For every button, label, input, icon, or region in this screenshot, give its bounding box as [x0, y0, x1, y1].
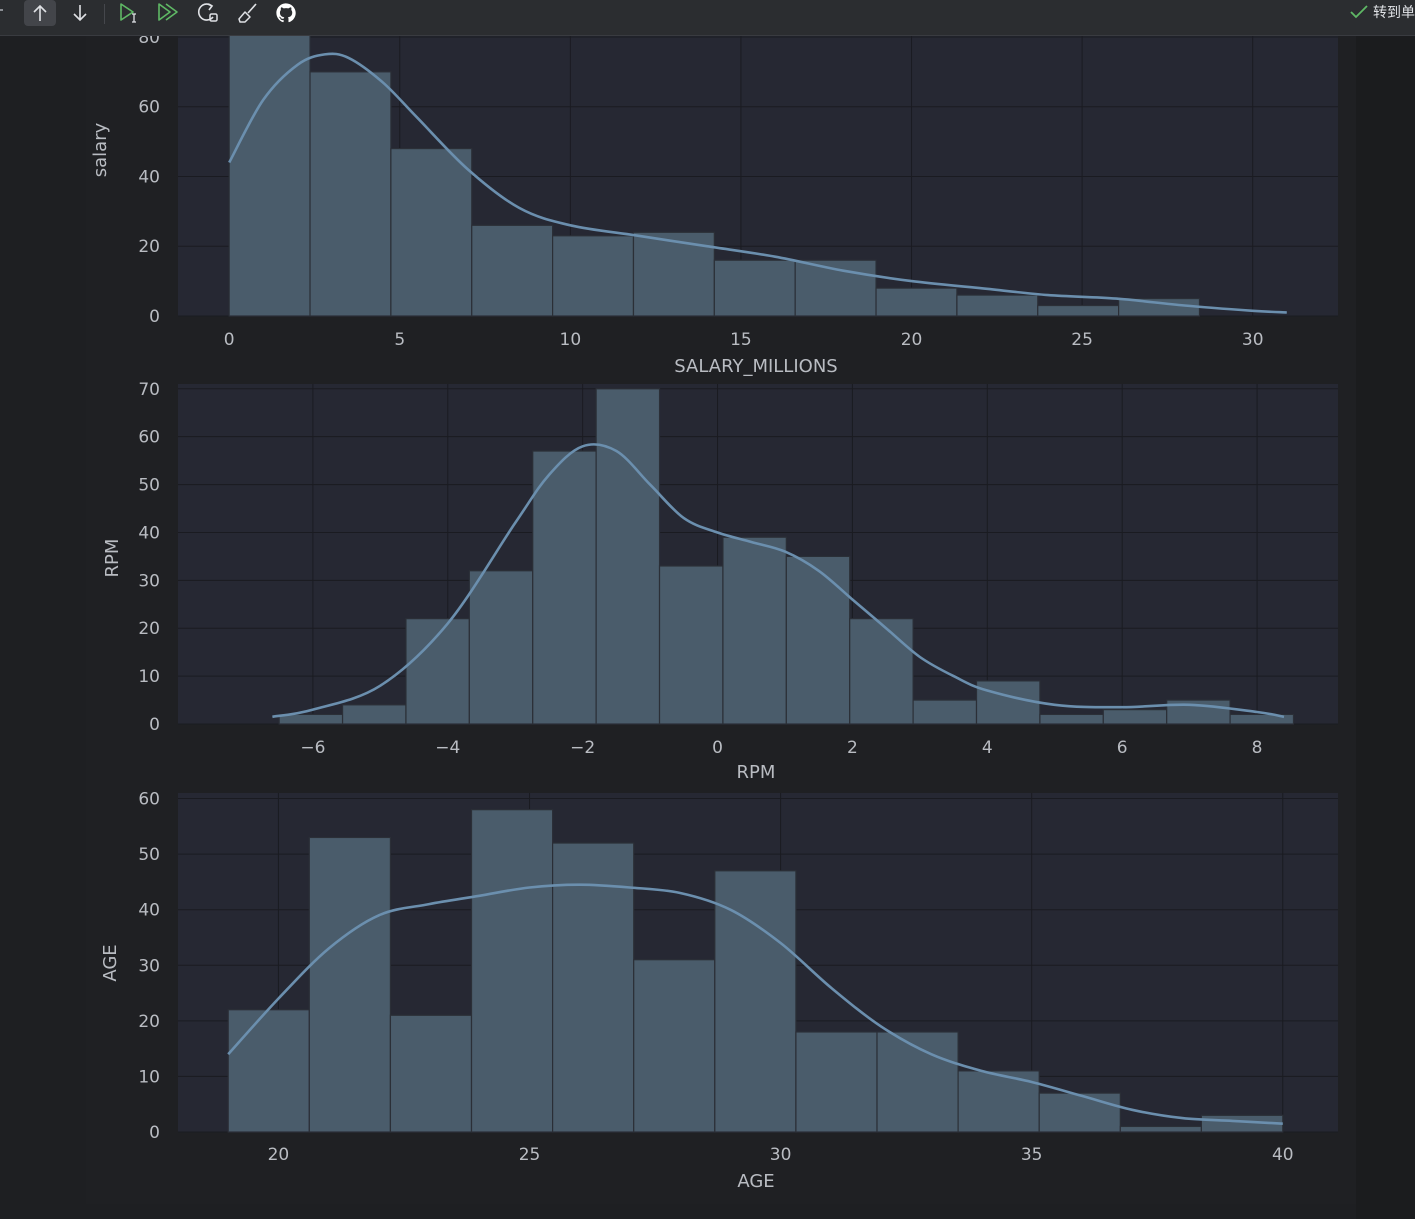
histogram-bar	[795, 1031, 878, 1133]
histogram-bar	[309, 71, 392, 317]
y-tick-label: 20	[138, 237, 160, 257]
x-axis-label: SALARY_MILLIONS	[674, 356, 837, 377]
histogram-bar	[227, 1009, 310, 1133]
y-tick-label: 40	[138, 523, 160, 543]
x-tick-label: −6	[300, 738, 325, 758]
y-tick-label: 50	[138, 476, 160, 496]
histogram-bar	[532, 450, 597, 725]
histogram-bar	[875, 287, 958, 317]
histogram-panel-3: 20 25 30 35 40 0 10 20 30 40 50 60 AGE AGE	[100, 790, 1338, 1192]
y-tick-label: 50	[138, 845, 160, 865]
x-tick-label: −2	[570, 738, 595, 758]
x-tick-label: 8	[1252, 738, 1263, 758]
x-tick-label: 40	[1272, 1145, 1294, 1165]
y-tick-label: 70	[138, 380, 160, 400]
y-tick-label: 80	[138, 28, 160, 48]
histogram-bar	[713, 259, 796, 317]
y-tick-label: 30	[138, 956, 160, 976]
histogram-bar	[849, 618, 914, 725]
histogram-bar	[975, 680, 1041, 725]
histogram-bar	[470, 809, 554, 1133]
x-tick-label: 4	[982, 738, 993, 758]
histogram-bar	[1037, 304, 1120, 317]
x-tick-label: 20	[901, 330, 923, 350]
x-tick-label: 0	[224, 330, 235, 350]
x-tick-label: 2	[847, 738, 858, 758]
histogram-bar	[471, 224, 554, 317]
histogram-bar	[595, 388, 661, 725]
x-tick-label: 5	[394, 330, 405, 350]
histogram-bar	[1119, 1125, 1203, 1133]
histogram-bar	[1038, 1092, 1121, 1133]
histogram-bar	[912, 699, 978, 725]
histogram-bar	[633, 959, 716, 1133]
x-axis-label: AGE	[737, 1171, 774, 1192]
x-tick-label: 25	[519, 1145, 541, 1165]
x-tick-label: 35	[1021, 1145, 1043, 1165]
y-axis-label: RPM	[102, 539, 123, 578]
histogram-panel-2: −6 −4 −2 0 2 4 6 8 0 10 20 30 40 50 60 70 RPM RPM	[102, 380, 1338, 783]
histogram-bar	[658, 565, 724, 725]
histogram-bar	[956, 294, 1039, 317]
y-tick-label: 60	[138, 98, 160, 118]
histogram-bar	[1102, 709, 1168, 725]
x-tick-label: 30	[1242, 330, 1264, 350]
y-tick-label: 0	[149, 307, 160, 327]
x-tick-label: 0	[712, 738, 723, 758]
histogram-bar	[1039, 713, 1104, 725]
x-tick-label: 20	[268, 1145, 290, 1165]
x-tick-label: 25	[1071, 330, 1093, 350]
histogram-bar	[722, 536, 787, 725]
y-tick-label: 20	[138, 1012, 160, 1032]
y-axis-label: AGE	[100, 944, 121, 981]
y-tick-label: 0	[149, 715, 160, 735]
y-axis-label: salary	[90, 122, 111, 177]
y-tick-label: 20	[138, 619, 160, 639]
y-tick-label: 60	[138, 428, 160, 448]
histogram-bar	[468, 570, 534, 725]
histogram-figure: 0 5 10 15 20 25 30020406080SALARY_MILLIONSsala…	[90, 28, 1338, 1192]
y-tick-label: 40	[138, 167, 160, 187]
histogram-bar	[389, 1014, 473, 1133]
histogram-bar	[390, 147, 473, 317]
y-tick-label: 0	[149, 1123, 160, 1143]
histogram-bar	[714, 870, 797, 1133]
histogram-bar	[308, 836, 392, 1133]
y-tick-label: 10	[138, 667, 160, 687]
y-tick-label: 30	[138, 571, 160, 591]
histogram-bar	[552, 235, 635, 317]
x-tick-label: 30	[770, 1145, 792, 1165]
x-tick-label: 6	[1117, 738, 1128, 758]
x-tick-label: −4	[435, 738, 460, 758]
histogram-bar	[785, 555, 851, 725]
x-tick-label: 15	[730, 330, 752, 350]
x-tick-label: 10	[560, 330, 582, 350]
histogram-bar	[341, 704, 407, 725]
y-tick-label: 40	[138, 901, 160, 921]
y-tick-label: 10	[138, 1067, 160, 1087]
x-axis-label: RPM	[737, 762, 776, 783]
y-tick-label: 60	[138, 790, 160, 810]
histogram-panel-1: 0 5 10 15 20 25 30 0 20 40 60 80 SALARY_MILLIONS sala…	[90, 28, 1338, 377]
